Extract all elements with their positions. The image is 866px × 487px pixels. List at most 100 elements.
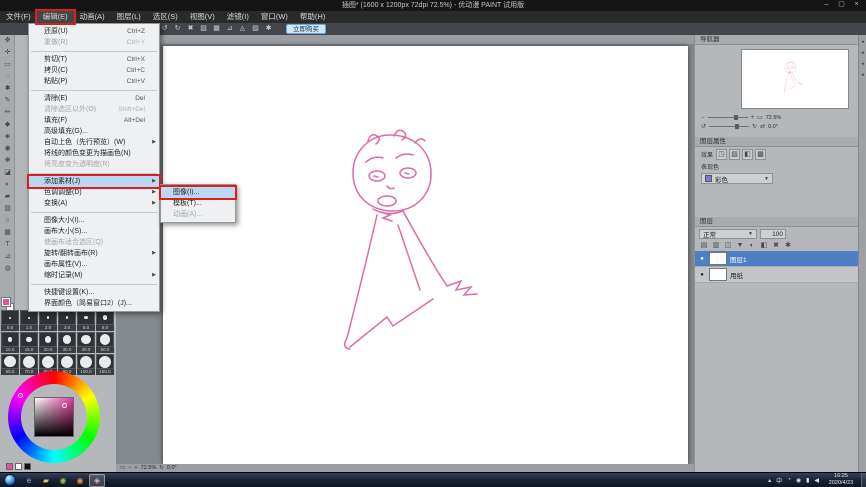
brush-size-swatch[interactable]: 60.0 [1, 354, 19, 375]
menubar-item[interactable]: 编辑(E) [37, 11, 74, 23]
menubar-item[interactable]: 滤镜(I) [221, 11, 255, 23]
pen-tool-icon[interactable]: ✎ [0, 95, 15, 107]
edit-menu-item[interactable]: 快捷键设置(K)... [29, 287, 159, 298]
chrome-icon[interactable]: ◉ [55, 474, 71, 487]
start-button[interactable] [4, 474, 16, 486]
navigator-tab[interactable]: 导航器 [700, 35, 720, 44]
boundary-effect-icon[interactable]: ◳ [716, 149, 727, 160]
layer-row[interactable]: ●图层1 [695, 251, 859, 267]
grid-icon[interactable]: ▦ [211, 24, 222, 34]
edit-menu-item[interactable]: 色调调整(D)▶ [29, 187, 159, 198]
settings-icon[interactable]: ✱ [263, 24, 274, 34]
edit-menu-item[interactable]: 填充(F)Alt+Del [29, 115, 159, 126]
color-wheel[interactable] [8, 371, 100, 463]
figure-tool-icon[interactable]: ○ [0, 215, 15, 227]
ie-icon[interactable]: e [21, 474, 37, 487]
move-layer-tool-icon[interactable]: ✛ [0, 47, 15, 59]
zoom-in-icon[interactable]: + [134, 464, 137, 472]
lasso-tool-icon[interactable]: ◌ [0, 71, 15, 83]
layer-settings-icon[interactable]: ✱ [782, 241, 794, 251]
item-bank-panel-tab[interactable]: ◂ [861, 61, 864, 67]
sub-color-swatch[interactable] [15, 463, 22, 470]
layer-mask-icon[interactable]: ◐ [746, 241, 758, 251]
visibility-eye-icon[interactable]: ● [698, 272, 706, 278]
eraser-tool-icon[interactable]: ◪ [0, 167, 15, 179]
menubar-item[interactable]: 视图(V) [184, 11, 221, 23]
undo-icon[interactable]: ↺ [159, 24, 170, 34]
decoration-tool-icon[interactable]: ❋ [0, 155, 15, 167]
pencil-tool-icon[interactable]: ✏ [0, 107, 15, 119]
menubar-item[interactable]: 动画(A) [74, 11, 111, 23]
fit-screen-icon[interactable]: ▭ [120, 464, 125, 472]
snap-special-ruler-icon[interactable]: ◬ [237, 24, 248, 34]
new-folder-icon[interactable]: ▥ [710, 241, 722, 251]
edit-menu-item[interactable]: 添加素材(J)▶ [29, 176, 159, 187]
network-icon[interactable]: ▮ [806, 477, 809, 484]
brush-size-swatch[interactable]: 20.0 [39, 332, 57, 353]
paint-app-icon[interactable]: ◈ [89, 474, 105, 487]
watercolor-tool-icon[interactable]: ◈ [0, 131, 15, 143]
current-color-swatch[interactable] [6, 463, 13, 470]
redo-icon[interactable]: ↻ [172, 24, 183, 34]
edit-menu-item[interactable]: 缩时记录(M)▶ [29, 270, 159, 281]
nav-zoom-slider[interactable] [708, 117, 748, 118]
show-desktop-button[interactable] [861, 473, 866, 487]
frame-border-tool-icon[interactable]: ▦ [0, 227, 15, 239]
brush-size-swatch[interactable]: 100.0 [77, 354, 95, 375]
saturation-value-square[interactable] [34, 397, 74, 437]
foreground-color-chip[interactable] [2, 298, 10, 306]
edit-menu-item[interactable]: 剪切(T)Ctrl+X [29, 54, 159, 65]
nav-zoom-in-icon[interactable]: + [751, 115, 755, 121]
drawing-canvas[interactable] [163, 46, 688, 465]
volume-icon[interactable]: ◀ [814, 477, 819, 484]
tone-icon[interactable]: ▩ [755, 149, 766, 160]
maximize-button[interactable]: ▢ [834, 0, 849, 11]
fill-icon[interactable]: ▨ [198, 24, 209, 34]
black-color-swatch[interactable] [24, 463, 31, 470]
brush-size-swatch[interactable]: 5.0 [77, 310, 95, 331]
layer-color-icon[interactable]: ◧ [742, 149, 753, 160]
visibility-eye-icon[interactable]: ● [698, 256, 706, 262]
nav-rotate-slider[interactable] [709, 126, 749, 127]
delete-icon[interactable]: ✖ [185, 24, 196, 34]
menubar-item[interactable]: 选区(S) [147, 11, 184, 23]
brush-size-swatch[interactable]: 40.0 [77, 332, 95, 353]
brush-tool-icon[interactable]: ◆ [0, 119, 15, 131]
brush-size-swatch[interactable]: 50.0 [96, 332, 114, 353]
edit-menu-item[interactable]: 变换(A)▶ [29, 198, 159, 209]
edit-menu-item[interactable]: 自动上色（先行预览）(W)▶ [29, 137, 159, 148]
ruler-tool-icon[interactable]: ⊿ [0, 251, 15, 263]
duplicate-layer-icon[interactable]: ◫ [722, 241, 734, 251]
sv-indicator[interactable] [62, 403, 67, 408]
edit-menu-item[interactable]: 旋转/翻转画布(R)▶ [29, 248, 159, 259]
blend-mode-dropdown[interactable]: 正常 ▼ [699, 229, 757, 239]
brush-size-swatch[interactable]: 3.0 [58, 310, 76, 331]
edit-menu-item[interactable]: 界面颜色（简易窗口2）(J)... [29, 298, 159, 309]
nav-fit-icon[interactable]: ▭ [757, 114, 763, 121]
edit-menu-item[interactable]: 将线的颜色变更为描画色(N) [29, 148, 159, 159]
zoom-out-icon[interactable]: − [128, 464, 131, 472]
hue-indicator[interactable] [18, 393, 23, 398]
brush-size-swatch[interactable]: 15.0 [20, 332, 38, 353]
history-panel-tab[interactable]: ◂ [861, 72, 864, 78]
delete-layer-icon[interactable]: ✖ [770, 241, 782, 251]
submenu-item[interactable]: 模板(T)... [161, 198, 235, 209]
layers-tab[interactable]: 图层 [700, 217, 713, 226]
sub-view-panel-tab[interactable]: ◂ [861, 50, 864, 56]
edit-menu-item[interactable]: 高级填充(G)... [29, 126, 159, 137]
brush-size-swatch[interactable]: 30.0 [58, 332, 76, 353]
update-icon[interactable]: ◉ [796, 477, 801, 484]
quick-access-panel-tab[interactable]: ◂ [861, 39, 864, 45]
blend-tool-icon[interactable]: ◐ [0, 179, 15, 191]
taskbar-clock[interactable]: 16:25 2020/4/23 [825, 473, 861, 487]
submenu-item[interactable]: 图像(I)... [161, 187, 235, 198]
edit-menu-item[interactable]: 图像大小(I)... [29, 215, 159, 226]
menubar-item[interactable]: 窗口(W) [255, 11, 294, 23]
tray-expand-icon[interactable]: ▴ [768, 477, 771, 484]
layer-row[interactable]: ●用纸 [695, 267, 859, 283]
menubar-item[interactable]: 帮助(H) [294, 11, 331, 23]
nav-flip-icon[interactable]: ⇄ [760, 123, 765, 130]
edit-menu-item[interactable]: 还原(U)Ctrl+Z [29, 26, 159, 37]
eyedropper-tool-icon[interactable]: ◍ [0, 263, 15, 275]
explorer-folder-icon[interactable]: ▰ [38, 474, 54, 487]
